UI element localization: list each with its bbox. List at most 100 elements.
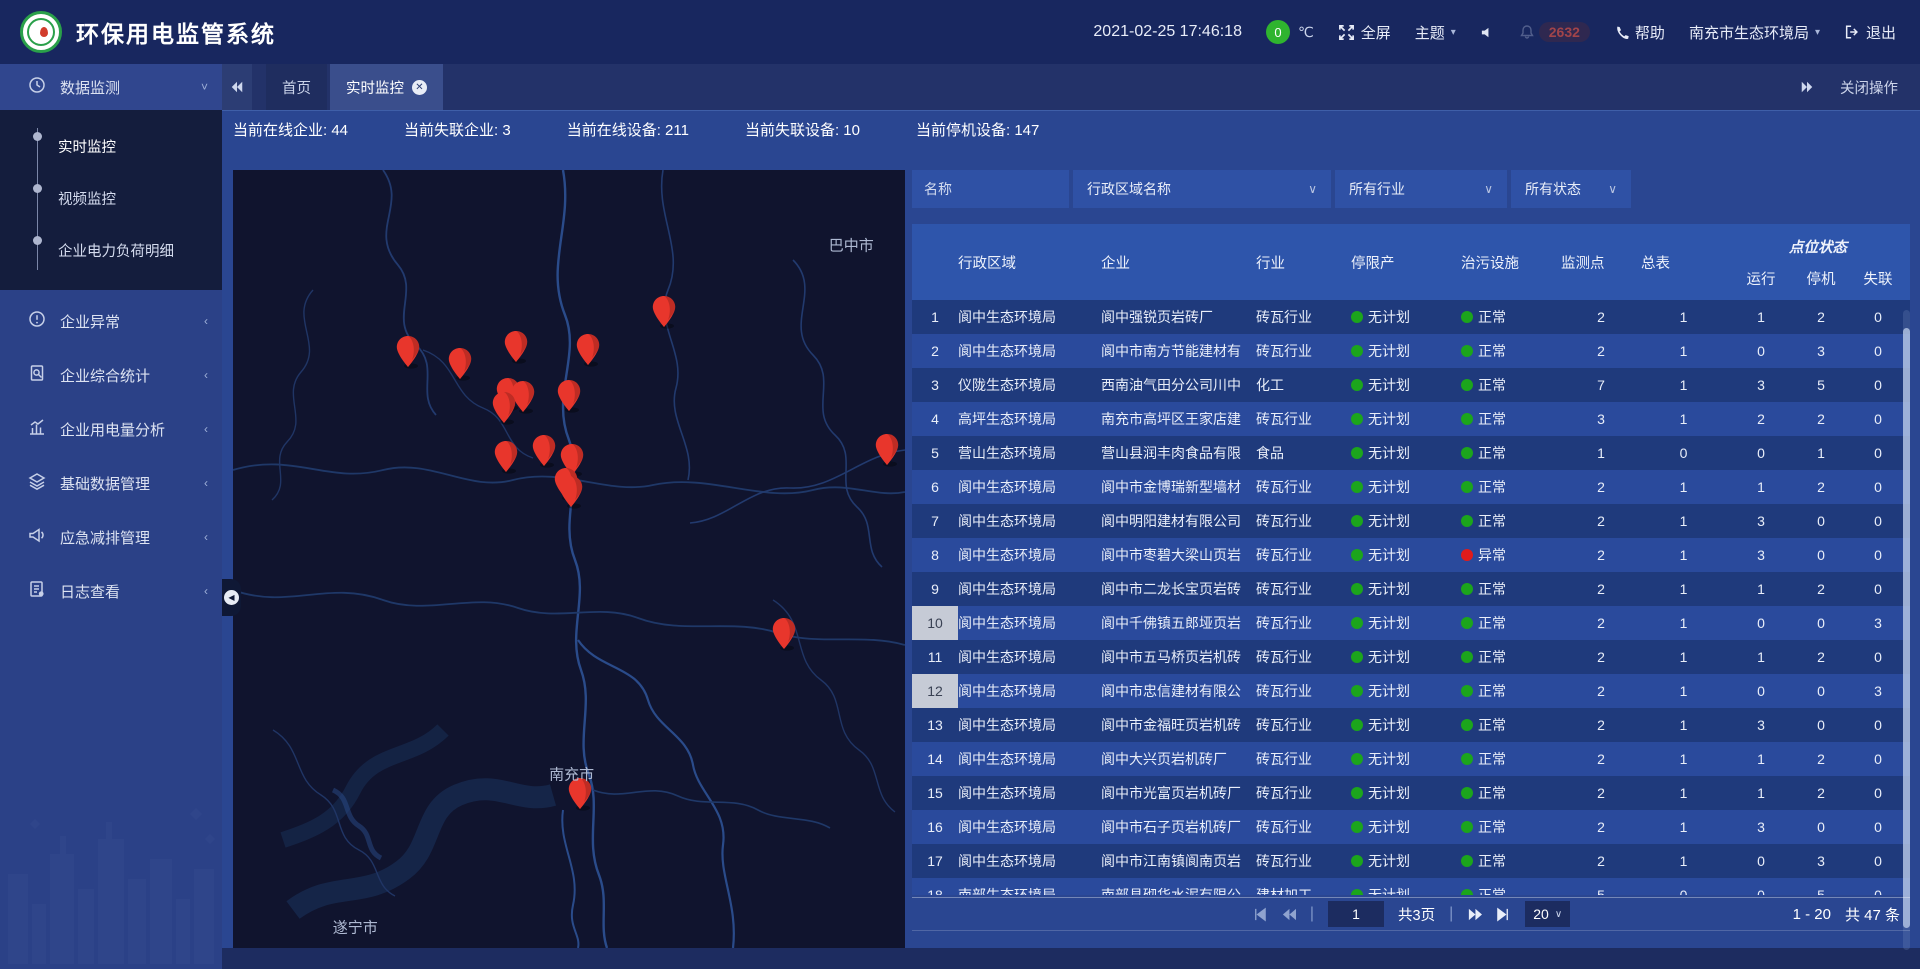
table-row[interactable]: 10阆中生态环境局阆中千佛镇五郎垭页岩砖瓦行业无计划正常21003	[912, 606, 1910, 640]
row-lost-cell: 0	[1846, 334, 1910, 368]
row-limit-cell: 无计划	[1351, 538, 1461, 572]
theme-menu[interactable]: 主题▾	[1415, 22, 1456, 43]
row-stop-cell: 1	[1796, 436, 1846, 470]
status-dot-green	[1461, 413, 1473, 425]
row-run-cell: 1	[1726, 300, 1796, 334]
page-size-select[interactable]: 20∨	[1525, 901, 1570, 927]
row-company-cell: 阆中市金福旺页岩机砖	[1101, 708, 1256, 742]
row-monitor-cell: 2	[1561, 504, 1641, 538]
table-row[interactable]: 16阆中生态环境局阆中市石子页岩机砖厂砖瓦行业无计划正常21300	[912, 810, 1910, 844]
table-row[interactable]: 13阆中生态环境局阆中市金福旺页岩机砖砖瓦行业无计划正常21300	[912, 708, 1910, 742]
row-index-cell: 7	[912, 504, 958, 538]
voice-toggle-button[interactable]	[1480, 25, 1495, 40]
help-button[interactable]: 帮助	[1614, 22, 1665, 43]
close-operations-menu[interactable]: 关闭操作	[1840, 77, 1898, 98]
map-pin[interactable]	[651, 295, 677, 329]
logout-button[interactable]: 退出	[1844, 22, 1896, 43]
row-run-cell: 1	[1726, 572, 1796, 606]
sidebar-group-6[interactable]: 应急减排管理‹	[0, 514, 222, 560]
next-page-button[interactable]	[1467, 907, 1482, 922]
status-dot-green	[1351, 855, 1363, 867]
region-select[interactable]: 行政区域名称∨	[1073, 170, 1331, 208]
table-row[interactable]: 5营山生态环境局营山县润丰肉食品有限食品无计划正常10010	[912, 436, 1910, 470]
row-facility-cell: 正常	[1461, 776, 1561, 810]
table-header: 行政区域企业行业停限产治污设施监测点总表点位状态运行停机失联	[912, 224, 1910, 300]
scrollbar-thumb[interactable]	[1903, 328, 1910, 928]
prev-page-button[interactable]	[1281, 907, 1296, 922]
table-row[interactable]: 8阆中生态环境局阆中市枣碧大梁山页岩砖瓦行业无计划异常21300	[912, 538, 1910, 572]
sidebar-group-3[interactable]: 企业综合统计‹	[0, 352, 222, 398]
row-run-cell: 1	[1726, 470, 1796, 504]
tab-close-icon[interactable]: ✕	[412, 80, 427, 95]
table-subheader-3: 失联	[1846, 264, 1910, 294]
status-select[interactable]: 所有状态∨	[1511, 170, 1631, 208]
map-pin[interactable]	[556, 379, 582, 413]
bar-chart-icon	[28, 418, 46, 440]
map-pin[interactable]	[771, 617, 797, 651]
tab-home[interactable]: 首页	[266, 64, 327, 110]
map-city-label: 南充市	[549, 763, 594, 784]
row-industry-cell: 砖瓦行业	[1256, 606, 1351, 640]
fullscreen-button[interactable]: 全屏	[1338, 22, 1391, 43]
sidebar-group-2[interactable]: 企业异常‹	[0, 298, 222, 344]
row-meter-cell: 1	[1641, 810, 1726, 844]
sidebar-group-4[interactable]: 企业用电量分析‹	[0, 406, 222, 452]
row-index-cell: 9	[912, 572, 958, 606]
map-pin[interactable]	[503, 330, 529, 364]
total-pages-label: 共3页	[1398, 904, 1435, 925]
table-row[interactable]: 7阆中生态环境局阆中明阳建材有限公司砖瓦行业无计划正常21300	[912, 504, 1910, 538]
sidebar-item-视频监控[interactable]: 视频监控	[0, 172, 222, 224]
tabs-scroll-left-button[interactable]	[222, 64, 252, 110]
row-limit-cell: 无计划	[1351, 844, 1461, 878]
map-pin[interactable]	[491, 391, 517, 425]
table-row[interactable]: 3仪陇生态环境局西南油气田分公司川中化工无计划正常71350	[912, 368, 1910, 402]
sidebar-group-7[interactable]: 日志查看‹	[0, 568, 222, 614]
row-index-cell: 13	[912, 708, 958, 742]
temperature-badge: 0	[1266, 20, 1290, 44]
first-page-button[interactable]	[1252, 907, 1267, 922]
row-meter-cell: 1	[1641, 572, 1726, 606]
page-number-input[interactable]: 1	[1328, 901, 1384, 927]
table-row[interactable]: 18南部生态环境局南部县砌华水泥有限公建材加工无计划正常50050	[912, 878, 1910, 895]
last-page-button[interactable]	[1496, 907, 1511, 922]
sidebar-group-5[interactable]: 基础数据管理‹	[0, 460, 222, 506]
notifications[interactable]: 2632	[1519, 22, 1590, 42]
sidebar-group-label: 企业综合统计	[60, 365, 190, 386]
sidebar-group-1[interactable]: 数据监测˅	[0, 64, 222, 110]
table-row[interactable]: 2阆中生态环境局阆中市南方节能建材有砖瓦行业无计划正常21030	[912, 334, 1910, 368]
map-pin[interactable]	[531, 434, 557, 468]
map-pin[interactable]	[558, 475, 584, 509]
table-row[interactable]: 6阆中生态环境局阆中市金博瑞新型墙材砖瓦行业无计划正常21120	[912, 470, 1910, 504]
map-pin[interactable]	[575, 333, 601, 367]
row-company-cell: 南充市高坪区王家店建	[1101, 402, 1256, 436]
table-row[interactable]: 15阆中生态环境局阆中市光富页岩机砖厂砖瓦行业无计划正常21120	[912, 776, 1910, 810]
table-row[interactable]: 17阆中生态环境局阆中市江南镇阆南页岩砖瓦行业无计划正常21030	[912, 844, 1910, 878]
table-row[interactable]: 12阆中生态环境局阆中市忠信建材有限公砖瓦行业无计划正常21003	[912, 674, 1910, 708]
table-row[interactable]: 1阆中生态环境局阆中强锐页岩砖厂砖瓦行业无计划正常21120	[912, 300, 1910, 334]
industry-select[interactable]: 所有行业∨	[1335, 170, 1507, 208]
double-arrow-right-icon[interactable]	[1800, 80, 1814, 94]
tab-realtime-monitor[interactable]: 实时监控 ✕	[330, 64, 443, 110]
sidebar-collapse-button[interactable]: ◀	[222, 579, 241, 616]
table-row[interactable]: 9阆中生态环境局阆中市二龙长宝页岩砖砖瓦行业无计划正常21120	[912, 572, 1910, 606]
layers-icon	[28, 472, 46, 494]
sidebar-item-实时监控[interactable]: 实时监控	[0, 120, 222, 172]
map-city-label: 遂宁市	[333, 916, 378, 937]
table-row[interactable]: 4高坪生态环境局南充市高坪区王家店建砖瓦行业无计划正常31220	[912, 402, 1910, 436]
map-pin[interactable]	[395, 335, 421, 369]
sidebar-item-企业电力负荷明细[interactable]: 企业电力负荷明细	[0, 224, 222, 276]
row-stop-cell: 0	[1796, 606, 1846, 640]
map[interactable]: 巴中市南充市遂宁市	[233, 170, 905, 948]
map-pin[interactable]	[447, 347, 473, 381]
row-company-cell: 阆中市南方节能建材有	[1101, 334, 1256, 368]
table-row[interactable]: 14阆中生态环境局阆中大兴页岩机砖厂砖瓦行业无计划正常21120	[912, 742, 1910, 776]
map-pin[interactable]	[874, 433, 900, 467]
org-menu[interactable]: 南充市生态环境局▾	[1689, 22, 1820, 43]
map-pin[interactable]	[493, 440, 519, 474]
topbar-right: 2021-02-25 17:46:18 0 ℃ 全屏 主题▾ 2632 帮助	[1093, 20, 1896, 44]
table-scrollbar[interactable]	[1903, 310, 1910, 950]
row-industry-cell: 砖瓦行业	[1256, 776, 1351, 810]
status-dot-green	[1351, 685, 1363, 697]
name-search-input[interactable]	[912, 170, 1069, 208]
table-row[interactable]: 11阆中生态环境局阆中市五马桥页岩机砖砖瓦行业无计划正常21120	[912, 640, 1910, 674]
